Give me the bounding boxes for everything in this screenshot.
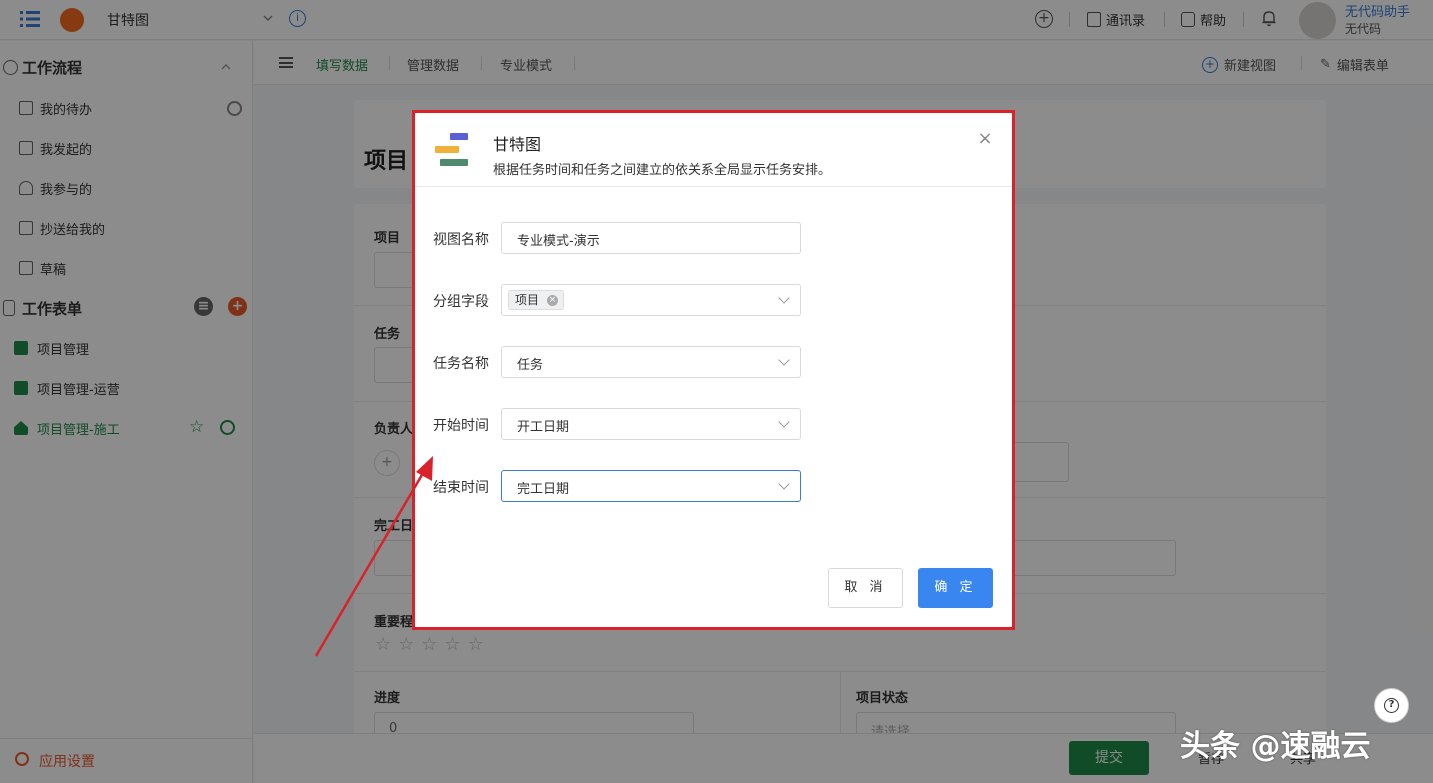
chevron-down-icon	[778, 292, 790, 304]
end-time-value: 完工日期	[517, 482, 570, 497]
help-button[interactable]: ?	[1374, 688, 1409, 723]
task-name-select[interactable]: 任务	[501, 346, 801, 378]
tag-label: 项目	[515, 293, 540, 307]
task-name-label: 任务名称	[433, 356, 489, 372]
start-time-label: 开始时间	[433, 418, 489, 434]
chevron-down-icon	[778, 416, 790, 428]
dialog-title: 甘特图	[493, 135, 542, 154]
close-icon[interactable]: ×	[977, 130, 993, 148]
group-field-select[interactable]: 项目 ×	[501, 284, 801, 316]
gantt-view-dialog: 甘特图 根据任务时间和任务之间建立的依关系全局显示任务安排。 × 视图名称 专业…	[412, 110, 1015, 630]
task-name-value: 任务	[517, 358, 544, 373]
end-time-label: 结束时间	[433, 480, 489, 496]
confirm-button[interactable]: 确 定	[918, 568, 993, 608]
group-field-tag[interactable]: 项目 ×	[508, 290, 565, 310]
question-icon: ?	[1384, 698, 1399, 713]
gantt-chart-icon	[433, 131, 473, 169]
view-name-input[interactable]: 专业模式-演示	[501, 222, 801, 254]
end-time-select[interactable]: 完工日期	[501, 470, 801, 502]
dialog-header: 甘特图 根据任务时间和任务之间建立的依关系全局显示任务安排。 ×	[415, 113, 1012, 187]
remove-tag-icon[interactable]: ×	[547, 295, 559, 306]
chevron-down-icon	[778, 354, 790, 366]
view-name-value: 专业模式-演示	[517, 234, 600, 249]
group-field-label: 分组字段	[433, 294, 489, 310]
cancel-button[interactable]: 取 消	[828, 568, 903, 608]
chevron-down-icon	[778, 478, 790, 490]
start-time-value: 开工日期	[517, 420, 570, 435]
start-time-select[interactable]: 开工日期	[501, 408, 801, 440]
dialog-subtitle: 根据任务时间和任务之间建立的依关系全局显示任务安排。	[493, 163, 832, 178]
view-name-label: 视图名称	[433, 232, 489, 248]
watermark: 头条 @速融云	[1180, 729, 1371, 764]
